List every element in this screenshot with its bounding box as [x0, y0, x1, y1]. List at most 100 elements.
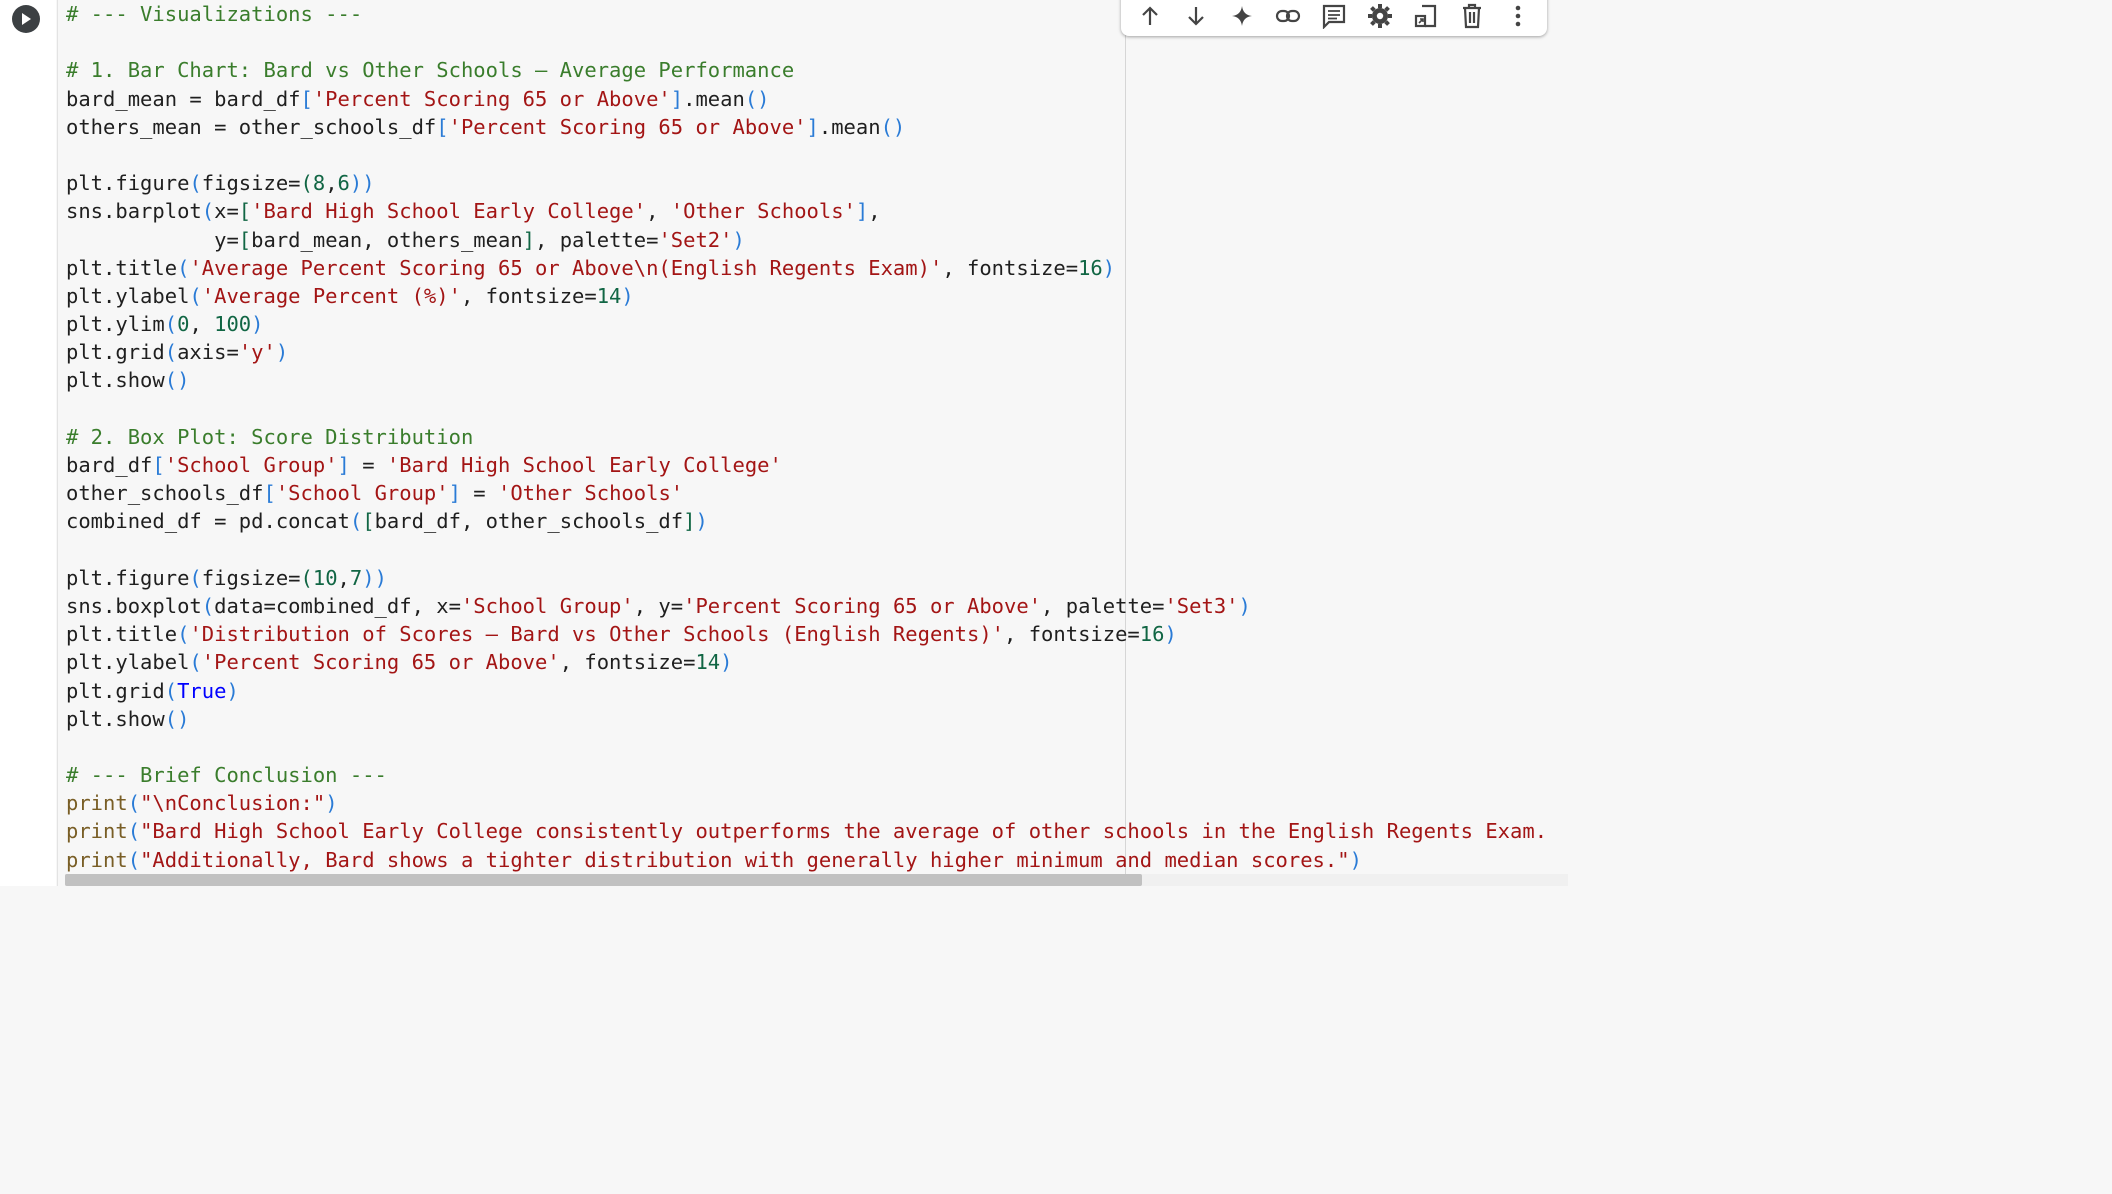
- comment-icon: [1322, 4, 1346, 29]
- code-token: 0: [177, 312, 190, 337]
- code-token: (): [164, 368, 190, 393]
- code-editor[interactable]: # --- Visualizations --- # 1. Bar Chart:…: [66, 0, 1547, 874]
- code-token: , palette=: [535, 227, 659, 252]
- code-token: print: [66, 791, 128, 816]
- code-token: (): [744, 86, 770, 111]
- code-token: 'Set2': [658, 227, 733, 252]
- code-line: combined_df = pd.concat([bard_df, other_…: [66, 507, 1547, 535]
- code-token: other_schools_df: [66, 481, 264, 506]
- code-token: [: [263, 481, 276, 506]
- code-token: ): [732, 227, 745, 252]
- code-token: 'Percent Scoring 65 or Above': [448, 114, 807, 139]
- code-cell[interactable]: # --- Visualizations --- # 1. Bar Chart:…: [57, 0, 1569, 886]
- cell-gutter: [0, 0, 56, 886]
- code-line: print("Bard High School Early College co…: [66, 817, 1547, 845]
- code-token: plt.figure: [66, 171, 190, 196]
- more-button[interactable]: [1501, 0, 1535, 33]
- code-token: [: [238, 227, 252, 252]
- code-token: ]: [448, 481, 461, 506]
- code-token: (: [164, 340, 178, 365]
- code-token: (: [201, 199, 215, 224]
- code-token: data=combined_df, x=: [214, 593, 461, 618]
- code-token: ): [1238, 593, 1251, 618]
- code-token: (: [127, 819, 141, 844]
- code-token: # --- Visualizations ---: [66, 2, 363, 26]
- code-token: (: [164, 312, 178, 337]
- code-token: print: [66, 819, 128, 844]
- code-line: plt.title('Average Percent Scoring 65 or…: [66, 254, 1547, 282]
- code-line: plt.ylabel('Percent Scoring 65 or Above'…: [66, 648, 1547, 676]
- run-cell-button[interactable]: [12, 5, 40, 33]
- code-line: plt.show(): [66, 366, 1547, 394]
- code-token: [: [238, 199, 252, 224]
- code-token: [: [362, 509, 375, 534]
- code-token: ,: [646, 199, 671, 224]
- code-token: ): [621, 283, 634, 308]
- code-token: ]: [522, 227, 536, 252]
- code-token: combined_df = pd.concat: [66, 509, 350, 534]
- code-token: ]: [683, 509, 696, 534]
- code-token: 'Percent Scoring 65 or Above': [201, 650, 560, 675]
- code-token: (: [127, 847, 141, 872]
- code-token: 'Percent Scoring 65 or Above': [683, 593, 1042, 618]
- code-token: plt.title: [66, 622, 178, 647]
- link-button[interactable]: [1271, 0, 1305, 33]
- mirror-cell-icon: [1414, 4, 1437, 28]
- code-token: , fontsize=: [1004, 622, 1140, 647]
- comment-button[interactable]: [1317, 0, 1351, 33]
- arrow-up-icon: [1142, 6, 1158, 25]
- code-token: "Additionally, Bard shows a tighter dist…: [140, 847, 1350, 872]
- code-token: .mean: [818, 114, 881, 139]
- code-token: , fontsize=: [942, 255, 1079, 280]
- code-token: )): [362, 565, 387, 590]
- code-token: =: [460, 481, 498, 506]
- code-token: ]: [806, 114, 819, 139]
- code-line: print("\nConclusion:"): [66, 789, 1547, 817]
- cell-toolbar: [1121, 0, 1547, 36]
- move-down-button[interactable]: [1179, 0, 1213, 33]
- code-line: # --- Brief Conclusion ---: [66, 761, 1547, 789]
- code-line: plt.figure(figsize=(10,7)): [66, 564, 1547, 592]
- code-line: plt.grid(True): [66, 677, 1547, 705]
- code-token: 'Percent Scoring 65 or Above': [312, 86, 671, 111]
- code-token: ): [720, 650, 733, 675]
- code-token: 'School Group': [275, 481, 449, 506]
- code-token: 'y': [238, 340, 276, 365]
- code-token: ): [1164, 622, 1177, 647]
- code-token: 6: [337, 171, 350, 196]
- code-token: ): [226, 678, 239, 703]
- gemini-button[interactable]: [1225, 0, 1259, 33]
- link-icon: [1275, 9, 1301, 23]
- code-line: bard_mean = bard_df['Percent Scoring 65 …: [66, 85, 1547, 113]
- code-token: ): [695, 509, 708, 534]
- code-token: 'Bard High School Early College': [251, 199, 647, 224]
- code-line: y=[bard_mean, others_mean], palette='Set…: [66, 226, 1547, 254]
- code-line: sns.barplot(x=['Bard High School Early C…: [66, 197, 1547, 225]
- code-token: sns.barplot: [66, 199, 202, 224]
- code-token: .mean: [683, 86, 745, 111]
- code-token: (: [300, 565, 313, 590]
- code-token: 14: [596, 283, 622, 308]
- code-token: 'Other Schools': [670, 199, 856, 224]
- trash-icon: [1463, 3, 1481, 29]
- code-token: ]: [855, 199, 869, 224]
- code-token: x=: [214, 199, 239, 224]
- code-line: plt.title('Distribution of Scores – Bard…: [66, 620, 1547, 648]
- horizontal-scrollbar-thumb[interactable]: [65, 874, 1142, 886]
- move-up-button[interactable]: [1133, 0, 1167, 33]
- code-token: 16: [1078, 255, 1103, 280]
- sparkle-icon: [1232, 6, 1252, 26]
- play-icon: [22, 13, 31, 25]
- settings-button[interactable]: [1363, 0, 1397, 33]
- code-token: # 1. Bar Chart: Bard vs Other Schools – …: [66, 58, 795, 83]
- delete-button[interactable]: [1455, 0, 1489, 33]
- code-token: , fontsize=: [460, 283, 597, 308]
- code-token: plt.ylabel: [66, 650, 190, 675]
- code-token: # --- Brief Conclusion ---: [66, 763, 387, 788]
- code-token: 10: [312, 565, 338, 590]
- code-line: plt.show(): [66, 705, 1547, 733]
- mirror-cell-button[interactable]: [1409, 0, 1443, 33]
